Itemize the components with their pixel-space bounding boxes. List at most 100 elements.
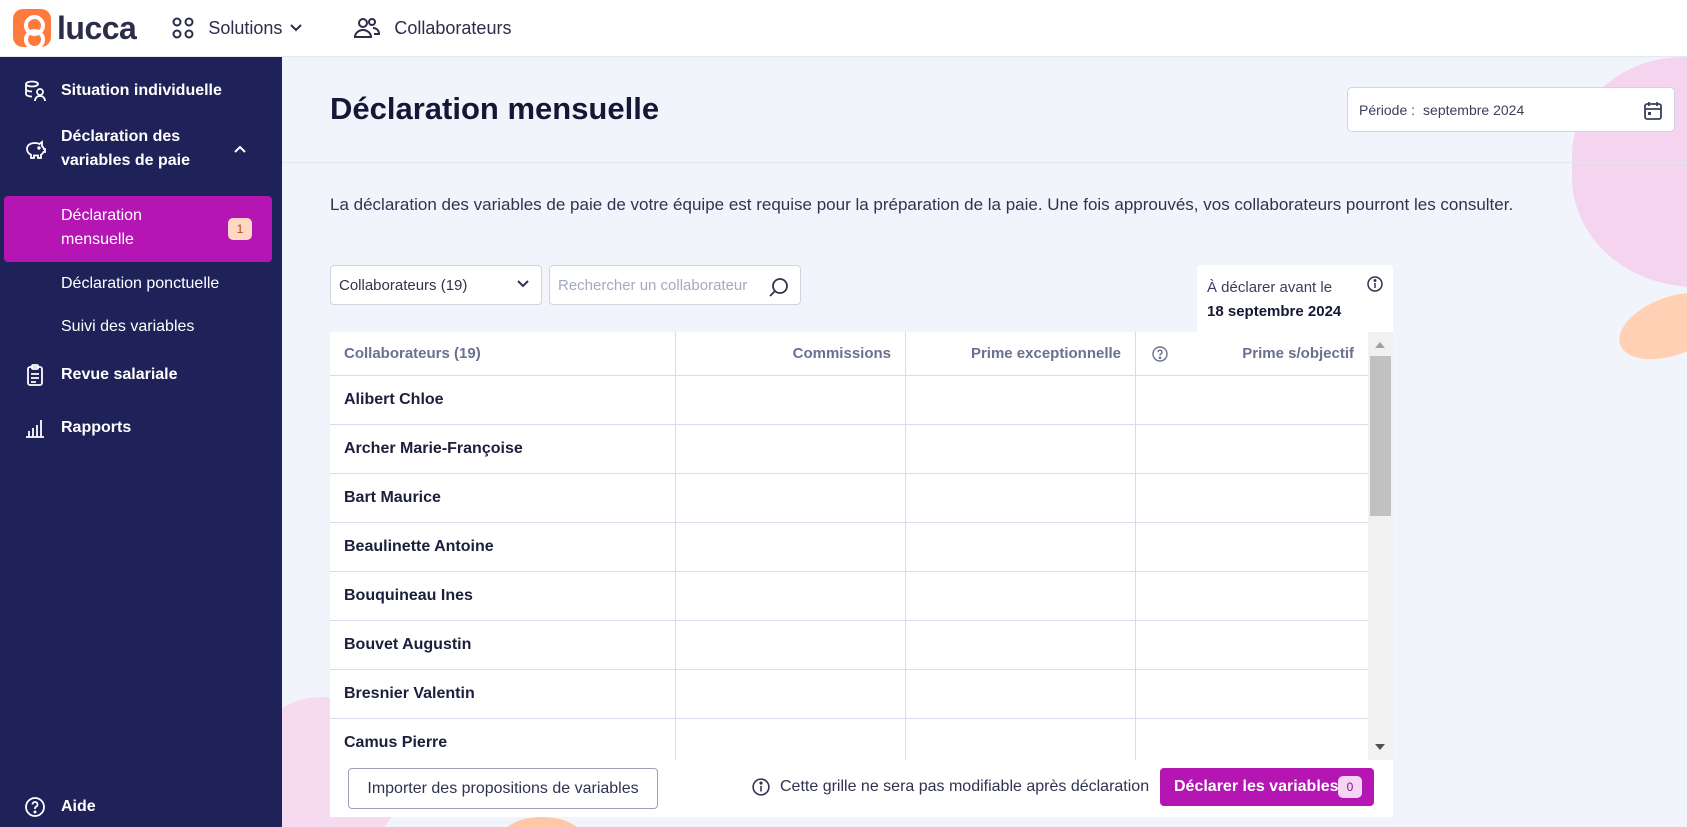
logo-text: lucca xyxy=(57,9,137,46)
deadline-date: 18 septembre 2024 xyxy=(1207,303,1342,320)
sidebar-subitem-suivi-variables[interactable]: Suivi des variables xyxy=(61,318,194,336)
nav-solutions[interactable]: Solutions xyxy=(172,17,316,39)
chevron-up-icon[interactable] xyxy=(234,145,246,153)
deadline-label: À déclarer avant le xyxy=(1207,279,1333,296)
info-icon xyxy=(752,778,770,796)
collaborators-select-value: Collaborateurs (19) xyxy=(339,276,468,294)
column-header-prime-objectif: Prime s/objectif xyxy=(1136,332,1368,376)
cell-prime-exceptionnelle[interactable] xyxy=(906,523,1136,571)
info-icon[interactable] xyxy=(1367,276,1383,292)
help-circle-icon[interactable] xyxy=(1152,346,1168,362)
period-picker[interactable]: Période : septembre 2024 xyxy=(1347,87,1675,132)
column-header-label: Prime s/objectif xyxy=(1242,345,1354,362)
table-body: Alibert Chloe Archer Marie-Françoise Bar… xyxy=(330,376,1368,760)
sidebar-item-revue-salariale[interactable]: Revue salariale xyxy=(0,363,282,387)
decorative-blob xyxy=(1610,279,1687,373)
cell-commissions[interactable] xyxy=(676,572,906,620)
search-box xyxy=(549,265,801,305)
cell-prime-exceptionnelle[interactable] xyxy=(906,376,1136,424)
chevron-down-icon xyxy=(290,24,303,32)
users-icon xyxy=(354,18,381,38)
cell-prime-exceptionnelle[interactable] xyxy=(906,621,1136,669)
cell-prime-objectif[interactable] xyxy=(1136,425,1368,473)
sidebar-subitem-declaration-mensuelle[interactable]: Déclaration mensuelle 1 xyxy=(4,196,272,262)
declare-count-badge: 0 xyxy=(1338,776,1362,798)
coins-person-icon xyxy=(25,80,46,102)
cell-commissions[interactable] xyxy=(676,474,906,522)
help-circle-icon xyxy=(25,797,45,817)
table-header: Collaborateurs (19) Commissions Prime ex… xyxy=(330,332,1368,376)
nav-solutions-label: Solutions xyxy=(208,17,283,38)
nav-collaborateurs[interactable]: Collaborateurs xyxy=(354,17,511,39)
scrollbar-thumb[interactable] xyxy=(1370,356,1391,516)
column-header-commissions: Commissions xyxy=(676,332,906,376)
employee-name: Archer Marie-Françoise xyxy=(330,425,676,473)
cell-commissions[interactable] xyxy=(676,523,906,571)
table-row: Bresnier Valentin xyxy=(330,670,1368,719)
sidebar-item-label: Déclaration des variables de paie xyxy=(61,128,190,169)
cell-prime-objectif[interactable] xyxy=(1136,621,1368,669)
calendar-icon xyxy=(1644,102,1662,120)
sidebar-item-declaration-variables[interactable]: Déclaration des variables de paie xyxy=(0,125,282,173)
piggy-bank-icon xyxy=(26,140,46,159)
cell-prime-objectif[interactable] xyxy=(1136,474,1368,522)
table-row: Bouquineau Ines xyxy=(330,572,1368,621)
employee-name: Bouvet Augustin xyxy=(330,621,676,669)
clipboard-icon xyxy=(27,364,43,386)
cell-prime-objectif[interactable] xyxy=(1136,376,1368,424)
table-row: Alibert Chloe xyxy=(330,376,1368,425)
cell-prime-exceptionnelle[interactable] xyxy=(906,425,1136,473)
apps-grid-icon xyxy=(172,17,194,39)
cell-commissions[interactable] xyxy=(676,719,906,760)
search-input[interactable] xyxy=(550,276,760,294)
employee-name: Beaulinette Antoine xyxy=(330,523,676,571)
scroll-down-arrow[interactable] xyxy=(1375,744,1385,750)
intro-text: La déclaration des variables de paie de … xyxy=(330,195,1514,214)
cell-prime-objectif[interactable] xyxy=(1136,523,1368,571)
cell-prime-objectif[interactable] xyxy=(1136,670,1368,718)
column-header-collaborateurs: Collaborateurs (19) xyxy=(330,332,676,376)
lucca-logo[interactable]: lucca xyxy=(13,9,137,50)
period-value: septembre 2024 xyxy=(1423,101,1525,118)
cell-prime-exceptionnelle[interactable] xyxy=(906,572,1136,620)
scroll-up-arrow[interactable] xyxy=(1375,342,1385,348)
collaborators-select[interactable]: Collaborateurs (19) xyxy=(330,265,542,305)
cell-prime-exceptionnelle[interactable] xyxy=(906,474,1136,522)
table-row: Bouvet Augustin xyxy=(330,621,1368,670)
cell-commissions[interactable] xyxy=(676,376,906,424)
cell-prime-objectif[interactable] xyxy=(1136,719,1368,760)
sidebar-item-situation-individuelle[interactable]: Situation individuelle xyxy=(0,79,282,103)
decorative-blob xyxy=(502,817,582,827)
table-scrollbar[interactable] xyxy=(1368,332,1393,760)
page-header: Déclaration mensuelle Période : septembr… xyxy=(282,57,1687,163)
sidebar-item-rapports[interactable]: Rapports xyxy=(0,416,282,440)
bar-chart-icon xyxy=(26,420,44,438)
sidebar-subitem-declaration-ponctuelle[interactable]: Déclaration ponctuelle xyxy=(61,275,219,293)
cell-commissions[interactable] xyxy=(676,425,906,473)
declare-variables-button[interactable]: Déclarer les variables 0 xyxy=(1160,768,1374,806)
table-row: Camus Pierre xyxy=(330,719,1368,760)
deadline-box: À déclarer avant le 18 septembre 2024 xyxy=(1197,265,1393,333)
cell-commissions[interactable] xyxy=(676,621,906,669)
page-title: Déclaration mensuelle xyxy=(330,91,660,126)
notification-badge: 1 xyxy=(228,218,252,240)
table-row: Archer Marie-Françoise xyxy=(330,425,1368,474)
footer-info: Cette grille ne sera pas modifiable aprè… xyxy=(752,778,1149,796)
sidebar-item-label: Aide xyxy=(61,798,96,815)
main-content: Déclaration mensuelle Période : septembr… xyxy=(282,57,1687,827)
cell-commissions[interactable] xyxy=(676,670,906,718)
search-icon[interactable] xyxy=(768,276,790,298)
cell-prime-objectif[interactable] xyxy=(1136,572,1368,620)
employee-name: Bresnier Valentin xyxy=(330,670,676,718)
sidebar: Situation individuelle Déclaration des v… xyxy=(0,57,282,827)
chevron-down-icon xyxy=(517,280,529,288)
sidebar-item-aide[interactable]: Aide xyxy=(0,795,282,819)
import-proposals-button[interactable]: Importer des propositions de variables xyxy=(348,768,658,809)
sidebar-item-label: Rapports xyxy=(61,419,132,436)
top-bar: lucca Solutions Collaborateurs xyxy=(0,0,1687,57)
cell-prime-exceptionnelle[interactable] xyxy=(906,719,1136,760)
table-row: Beaulinette Antoine xyxy=(330,523,1368,572)
variables-table: Collaborateurs (19) Commissions Prime ex… xyxy=(330,332,1393,817)
top-nav: Solutions Collaborateurs xyxy=(172,17,549,39)
cell-prime-exceptionnelle[interactable] xyxy=(906,670,1136,718)
